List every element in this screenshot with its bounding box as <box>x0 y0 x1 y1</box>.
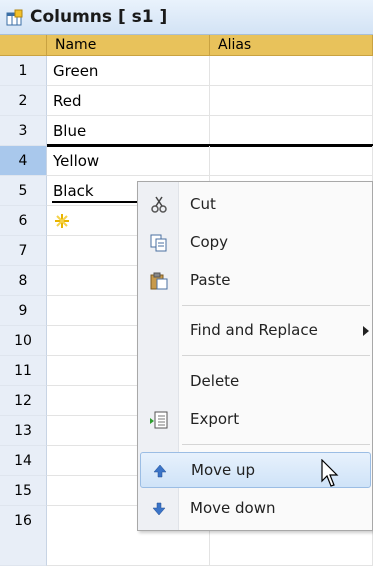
row-number[interactable]: 6 <box>0 206 47 236</box>
export-icon <box>150 411 168 429</box>
row-number[interactable]: 14 <box>0 446 47 476</box>
menu-item-cut[interactable]: Cut <box>140 187 371 223</box>
context-menu: Cut Copy Paste Find and Replace Delete E… <box>137 181 373 531</box>
row-number-selected[interactable]: 4 <box>0 146 47 176</box>
row-number[interactable]: 11 <box>0 356 47 386</box>
row-number[interactable]: 15 <box>0 476 47 506</box>
alias-cell[interactable] <box>210 116 373 146</box>
menu-item-delete[interactable]: Delete <box>140 364 371 400</box>
new-row-sparkle-icon <box>55 214 69 228</box>
menu-item-label: Copy <box>190 233 229 251</box>
paste-icon <box>150 272 168 290</box>
row-number[interactable]: 9 <box>0 296 47 326</box>
copy-icon <box>150 234 167 252</box>
arrow-up-icon <box>153 464 167 478</box>
row-number[interactable]: 8 <box>0 266 47 296</box>
alias-cell[interactable] <box>210 56 373 86</box>
menu-item-export[interactable]: Export <box>140 402 371 438</box>
menu-item-move-up[interactable]: Move up <box>140 452 371 488</box>
row-number[interactable]: 7 <box>0 236 47 266</box>
row-number[interactable]: 13 <box>0 416 47 446</box>
menu-separator <box>182 355 370 356</box>
menu-item-label: Find and Replace <box>190 321 318 339</box>
columns-table-icon <box>6 9 23 26</box>
menu-separator <box>182 305 370 306</box>
row-number[interactable]: 10 <box>0 326 47 356</box>
row-number[interactable]: 2 <box>0 86 47 116</box>
menu-item-label: Paste <box>190 271 231 289</box>
alias-cell[interactable] <box>210 86 373 116</box>
column-header-alias[interactable]: Alias <box>210 35 373 56</box>
submenu-arrow-icon <box>363 326 369 336</box>
column-header-name[interactable]: Name <box>47 35 210 56</box>
menu-item-label: Move up <box>191 461 256 479</box>
scissors-icon <box>151 196 167 213</box>
menu-separator <box>182 444 370 445</box>
row-number[interactable]: 3 <box>0 116 47 146</box>
mouse-cursor-icon <box>321 459 339 487</box>
row-number[interactable]: 5 <box>0 176 47 206</box>
row-number[interactable]: 16 <box>0 506 47 566</box>
panel-title-bar: Columns [ s1 ] <box>0 0 373 35</box>
row-number[interactable]: 1 <box>0 56 47 86</box>
name-cell[interactable]: Blue <box>47 116 210 146</box>
menu-item-copy[interactable]: Copy <box>140 225 371 261</box>
panel-title: Columns [ s1 ] <box>30 7 168 27</box>
name-cell[interactable]: Red <box>47 86 210 116</box>
menu-item-label: Move down <box>190 499 276 517</box>
name-cell-selected[interactable]: Yellow <box>47 146 210 176</box>
menu-item-paste[interactable]: Paste <box>140 263 371 299</box>
menu-item-label: Cut <box>190 195 216 213</box>
arrow-down-icon <box>152 502 166 516</box>
menu-item-label: Export <box>190 410 240 428</box>
row-number[interactable]: 12 <box>0 386 47 416</box>
alias-cell[interactable] <box>210 146 373 176</box>
menu-item-move-down[interactable]: Move down <box>140 491 371 527</box>
menu-item-label: Delete <box>190 372 240 390</box>
menu-item-find-and-replace[interactable]: Find and Replace <box>140 313 371 349</box>
corner-header <box>0 35 47 56</box>
name-cell[interactable]: Green <box>47 56 210 86</box>
